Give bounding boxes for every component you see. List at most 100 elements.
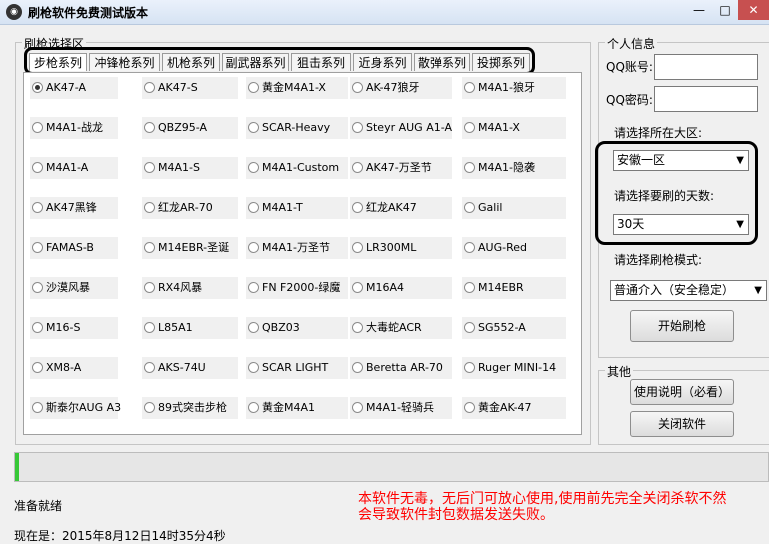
- weapon-radio-option[interactable]: M4A1-S: [142, 157, 238, 179]
- radio-button-icon[interactable]: [32, 402, 43, 413]
- maximize-button[interactable]: □: [712, 0, 738, 20]
- weapon-radio-option[interactable]: 89式突击步枪: [142, 397, 238, 419]
- qq-password-input[interactable]: [654, 86, 758, 112]
- weapon-radio-option[interactable]: 黄金M4A1-X: [246, 77, 348, 99]
- radio-button-icon[interactable]: [248, 202, 259, 213]
- weapon-radio-option[interactable]: LR300ML: [350, 237, 452, 259]
- weapon-radio-option[interactable]: SG552-A: [462, 317, 566, 339]
- weapon-radio-option[interactable]: M14EBR: [462, 277, 566, 299]
- radio-button-icon[interactable]: [352, 202, 363, 213]
- weapon-tab[interactable]: 机枪系列: [162, 53, 220, 71]
- radio-button-icon[interactable]: [144, 242, 155, 253]
- radio-button-icon[interactable]: [248, 402, 259, 413]
- close-software-button[interactable]: 关闭软件: [630, 411, 734, 437]
- weapon-radio-option[interactable]: AK47黑锋: [30, 197, 118, 219]
- weapon-tab[interactable]: 冲锋枪系列: [89, 53, 160, 71]
- radio-button-icon[interactable]: [464, 242, 475, 253]
- weapon-radio-option[interactable]: M4A1-Custom: [246, 157, 348, 179]
- radio-button-icon[interactable]: [248, 282, 259, 293]
- weapon-radio-option[interactable]: 红龙AR-70: [142, 197, 238, 219]
- weapon-radio-option[interactable]: SCAR LIGHT: [246, 357, 348, 379]
- weapon-radio-option[interactable]: Ruger MINI-14: [462, 357, 566, 379]
- weapon-radio-option[interactable]: M4A1-T: [246, 197, 348, 219]
- radio-button-icon[interactable]: [464, 82, 475, 93]
- weapon-tab[interactable]: 投掷系列: [472, 53, 530, 71]
- radio-button-icon[interactable]: [32, 162, 43, 173]
- radio-button-icon[interactable]: [144, 122, 155, 133]
- weapon-tab[interactable]: 狙击系列: [291, 53, 351, 71]
- weapon-radio-option[interactable]: M4A1-隐袭: [462, 157, 566, 179]
- weapon-tab[interactable]: 近身系列: [353, 53, 412, 71]
- start-button[interactable]: 开始刷枪: [630, 310, 734, 342]
- radio-button-icon[interactable]: [464, 202, 475, 213]
- minimize-button[interactable]: —: [686, 0, 712, 20]
- radio-button-icon[interactable]: [464, 122, 475, 133]
- weapon-radio-option[interactable]: 黄金AK-47: [462, 397, 566, 419]
- radio-button-icon[interactable]: [352, 282, 363, 293]
- radio-button-icon[interactable]: [248, 322, 259, 333]
- radio-button-icon[interactable]: [464, 162, 475, 173]
- radio-button-icon[interactable]: [248, 82, 259, 93]
- weapon-radio-option[interactable]: 斯泰尔AUG A3: [30, 397, 121, 419]
- radio-button-icon[interactable]: [32, 242, 43, 253]
- qq-account-input[interactable]: [654, 54, 758, 80]
- radio-button-icon[interactable]: [464, 402, 475, 413]
- radio-button-icon[interactable]: [352, 402, 363, 413]
- weapon-radio-option[interactable]: 黄金M4A1: [246, 397, 348, 419]
- radio-button-icon[interactable]: [32, 202, 43, 213]
- weapon-radio-option[interactable]: RX4风暴: [142, 277, 238, 299]
- mode-select[interactable]: 普通介入（安全稳定） ▼: [610, 280, 767, 301]
- weapon-radio-option[interactable]: QBZ95-A: [142, 117, 238, 139]
- weapon-radio-option[interactable]: M4A1-狼牙: [462, 77, 566, 99]
- weapon-radio-option[interactable]: 沙漠风暴: [30, 277, 118, 299]
- radio-button-icon[interactable]: [464, 362, 475, 373]
- radio-button-icon[interactable]: [352, 242, 363, 253]
- radio-button-icon[interactable]: [144, 202, 155, 213]
- radio-button-icon[interactable]: [464, 322, 475, 333]
- radio-button-icon[interactable]: [248, 122, 259, 133]
- weapon-radio-option[interactable]: M4A1-轻骑兵: [350, 397, 452, 419]
- weapon-radio-option[interactable]: M16A4: [350, 277, 452, 299]
- radio-button-icon[interactable]: [144, 402, 155, 413]
- radio-button-icon[interactable]: [32, 282, 43, 293]
- weapon-radio-option[interactable]: AKS-74U: [142, 357, 238, 379]
- weapon-radio-option[interactable]: XM8-A: [30, 357, 118, 379]
- weapon-radio-option[interactable]: FAMAS-B: [30, 237, 118, 259]
- weapon-radio-option[interactable]: AUG-Red: [462, 237, 566, 259]
- radio-button-icon[interactable]: [248, 362, 259, 373]
- weapon-radio-option[interactable]: Galil: [462, 197, 566, 219]
- weapon-radio-option[interactable]: FN F2000-绿魔: [246, 277, 348, 299]
- weapon-radio-option[interactable]: SCAR-Heavy: [246, 117, 348, 139]
- weapon-radio-option[interactable]: AK47-S: [142, 77, 238, 99]
- weapon-radio-option[interactable]: M4A1-X: [462, 117, 566, 139]
- radio-button-icon[interactable]: [32, 322, 43, 333]
- weapon-radio-option[interactable]: AK47-万圣节: [350, 157, 452, 179]
- help-button[interactable]: 使用说明（必看）: [630, 379, 734, 405]
- weapon-tab[interactable]: 散弹系列: [414, 53, 470, 71]
- weapon-tab[interactable]: 副武器系列: [222, 53, 289, 71]
- radio-button-icon[interactable]: [144, 322, 155, 333]
- weapon-radio-option[interactable]: M14EBR-圣诞: [142, 237, 238, 259]
- weapon-radio-option[interactable]: 红龙AK47: [350, 197, 452, 219]
- radio-button-icon[interactable]: [464, 282, 475, 293]
- weapon-radio-option[interactable]: M4A1-A: [30, 157, 118, 179]
- weapon-radio-option[interactable]: QBZ03: [246, 317, 348, 339]
- radio-button-icon[interactable]: [352, 122, 363, 133]
- region-select[interactable]: 安徽一区 ▼: [613, 150, 749, 171]
- radio-button-icon[interactable]: [352, 162, 363, 173]
- radio-button-icon[interactable]: [32, 82, 43, 93]
- weapon-radio-option[interactable]: M4A1-万圣节: [246, 237, 348, 259]
- weapon-radio-option[interactable]: M16-S: [30, 317, 118, 339]
- radio-button-icon[interactable]: [248, 242, 259, 253]
- radio-button-icon[interactable]: [352, 82, 363, 93]
- radio-button-icon[interactable]: [144, 282, 155, 293]
- radio-button-icon[interactable]: [144, 82, 155, 93]
- weapon-radio-option[interactable]: Beretta AR-70: [350, 357, 452, 379]
- weapon-radio-option[interactable]: M4A1-战龙: [30, 117, 118, 139]
- close-button[interactable]: ✕: [738, 0, 769, 20]
- weapon-radio-option[interactable]: AK-47狼牙: [350, 77, 452, 99]
- radio-button-icon[interactable]: [144, 362, 155, 373]
- radio-button-icon[interactable]: [144, 162, 155, 173]
- radio-button-icon[interactable]: [248, 162, 259, 173]
- weapon-radio-option[interactable]: L85A1: [142, 317, 238, 339]
